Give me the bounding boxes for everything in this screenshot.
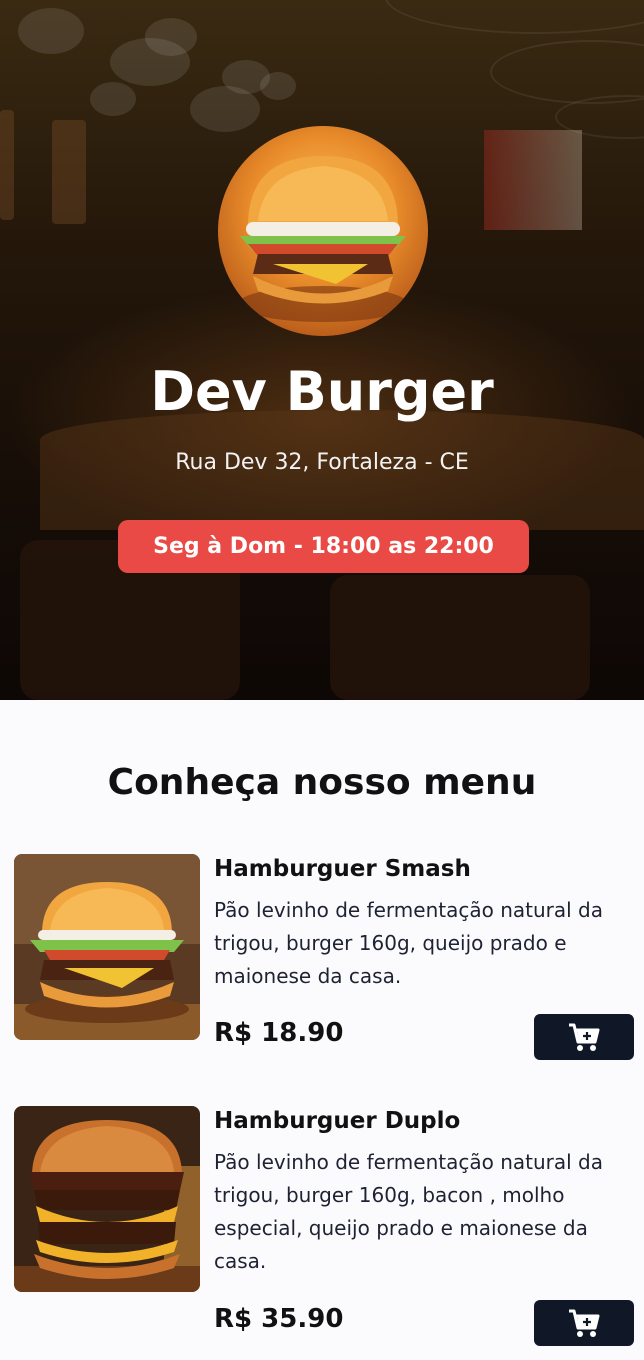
menu-item-price: R$ 35.90 (214, 1304, 344, 1334)
menu-item-description: Pão levinho de fermentação natural da tr… (214, 1150, 603, 1273)
add-to-cart-icon (569, 1023, 600, 1051)
menu-item: Hamburguer Duplo Pão levinho de fermenta… (14, 1106, 634, 1356)
burger-logo-icon (238, 156, 408, 322)
burger-duplo-photo-icon (14, 1106, 200, 1292)
menu-item-description: Pão levinho de fermentação natural da tr… (214, 898, 603, 988)
menu-item-image (14, 1106, 200, 1292)
menu-item: Hamburguer Smash Pão levinho de fermenta… (14, 854, 634, 1064)
restaurant-address: Rua Dev 32, Fortaleza - CE (175, 450, 469, 475)
menu-section-title: Conheça nosso menu (107, 762, 537, 803)
burger-smash-photo-icon (14, 854, 200, 1040)
menu-item-name: Hamburguer Smash (214, 856, 471, 882)
restaurant-logo (218, 126, 428, 336)
add-to-cart-icon (569, 1309, 600, 1337)
hero-banner: Dev Burger Rua Dev 32, Fortaleza - CE Se… (0, 0, 644, 700)
restaurant-name: Dev Burger (150, 360, 494, 423)
menu-item-image (14, 854, 200, 1040)
menu-item-price: R$ 18.90 (214, 1018, 344, 1048)
add-to-cart-button[interactable] (534, 1014, 634, 1060)
opening-hours-badge: Seg à Dom - 18:00 as 22:00 (118, 520, 529, 573)
menu-item-name: Hamburguer Duplo (214, 1108, 461, 1134)
add-to-cart-button[interactable] (534, 1300, 634, 1346)
